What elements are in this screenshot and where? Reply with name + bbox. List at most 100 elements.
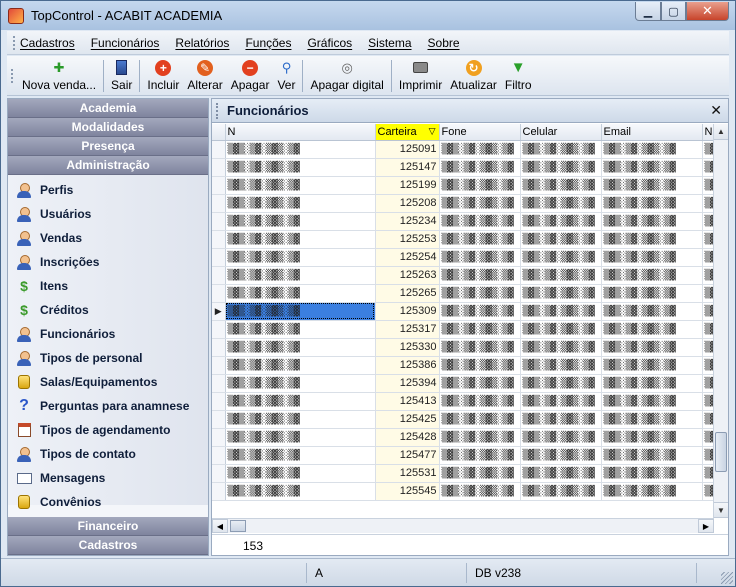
sidebar-item-tipos-de-contato[interactable]: Tipos de contato bbox=[8, 442, 208, 466]
cell-carteira[interactable]: 125531 bbox=[375, 464, 440, 483]
cell-email[interactable]: ▒▓▒░▒▓░▒▓▒░▒▓ bbox=[601, 356, 703, 375]
sidebar-item-funcionarios[interactable]: Funcionários bbox=[8, 322, 208, 346]
column-header-fone[interactable]: Fone bbox=[439, 124, 521, 141]
ver-button[interactable]: ⚲ Ver bbox=[273, 57, 299, 95]
alterar-button[interactable]: ✎ Alterar bbox=[183, 57, 226, 95]
cell-celular[interactable]: ▒▓▒░▒▓░▒▓▒░▒▓ bbox=[520, 410, 602, 429]
cell-celular[interactable]: ▒▓▒░▒▓░▒▓▒░▒▓ bbox=[520, 176, 602, 195]
nova-venda-button[interactable]: ✚ Nova venda... bbox=[18, 57, 100, 95]
cell-fone[interactable]: ▒▓▒░▒▓░▒▓▒░▒▓ bbox=[439, 320, 521, 339]
sidebar-item-itens[interactable]: $ Itens bbox=[8, 274, 208, 298]
cell-carteira[interactable]: 125254 bbox=[375, 248, 440, 267]
cell-celular[interactable]: ▒▓▒░▒▓░▒▓▒░▒▓ bbox=[520, 320, 602, 339]
table-row[interactable]: ▒▓▒░▒▓░▒▓▒░▒▓ 125425 ▒▓▒░▒▓░▒▓▒░▒▓ ▒▓▒░▒▓░▒… bbox=[212, 410, 714, 429]
table-row[interactable]: ▒▓▒░▒▓░▒▓▒░▒▓ 125199 ▒▓▒░▒▓░▒▓▒░▒▓ ▒▓▒░▒▓░▒… bbox=[212, 176, 714, 195]
cell-carteira[interactable]: 125386 bbox=[375, 356, 440, 375]
cell-celular[interactable]: ▒▓▒░▒▓░▒▓▒░▒▓ bbox=[520, 428, 602, 447]
apagar-digital-button[interactable]: ◎ Apagar digital bbox=[306, 57, 387, 95]
sidebar-item-salas-equipamentos[interactable]: Salas/Equipamentos bbox=[8, 370, 208, 394]
cell-fone[interactable]: ▒▓▒░▒▓░▒▓▒░▒▓ bbox=[439, 140, 521, 159]
column-header-carteira[interactable]: Carteira ▽ bbox=[375, 124, 440, 141]
cell-celular[interactable]: ▒▓▒░▒▓░▒▓▒░▒▓ bbox=[520, 158, 602, 177]
cell-celular[interactable]: ▒▓▒░▒▓░▒▓▒░▒▓ bbox=[520, 464, 602, 483]
table-row[interactable]: ▒▓▒░▒▓░▒▓▒░▒▓ 125234 ▒▓▒░▒▓░▒▓▒░▒▓ ▒▓▒░▒▓░▒… bbox=[212, 212, 714, 231]
cell-fone[interactable]: ▒▓▒░▒▓░▒▓▒░▒▓ bbox=[439, 158, 521, 177]
sidebar-item-perguntas-anamnese[interactable]: ? Perguntas para anamnese bbox=[8, 394, 208, 418]
cell-fone[interactable]: ▒▓▒░▒▓░▒▓▒░▒▓ bbox=[439, 212, 521, 231]
sidebar-item-usuarios[interactable]: Usuários bbox=[8, 202, 208, 226]
menu-graficos[interactable]: Gráficos bbox=[307, 36, 352, 50]
sidebar-item-tipos-de-personal[interactable]: Tipos de personal bbox=[8, 346, 208, 370]
table-row[interactable]: ▒▓▒░▒▓░▒▓▒░▒▓ 125330 ▒▓▒░▒▓░▒▓▒░▒▓ ▒▓▒░▒▓░▒… bbox=[212, 338, 714, 357]
sidebar-header-modalidades[interactable]: Modalidades bbox=[8, 118, 208, 137]
cell-fone[interactable]: ▒▓▒░▒▓░▒▓▒░▒▓ bbox=[439, 356, 521, 375]
cell-fone[interactable]: ▒▓▒░▒▓░▒▓▒░▒▓ bbox=[439, 176, 521, 195]
cell-fone[interactable]: ▒▓▒░▒▓░▒▓▒░▒▓ bbox=[439, 446, 521, 465]
menu-funcionarios[interactable]: Funcionários bbox=[91, 36, 160, 50]
column-header-nome[interactable]: N bbox=[225, 124, 376, 141]
sidebar-header-administracao[interactable]: Administração bbox=[8, 156, 208, 175]
cell-nome[interactable]: ▒▓▒░▒▓░▒▓▒░▒▓ bbox=[225, 338, 376, 357]
cell-celular[interactable]: ▒▓▒░▒▓░▒▓▒░▒▓ bbox=[520, 140, 602, 159]
menu-cadastros[interactable]: Cadastros bbox=[20, 36, 75, 50]
cell-carteira[interactable]: 125147 bbox=[375, 158, 440, 177]
cell-carteira[interactable]: 125394 bbox=[375, 374, 440, 393]
cell-carteira[interactable]: 125545 bbox=[375, 482, 440, 501]
cell-email[interactable]: ▒▓▒░▒▓░▒▓▒░▒▓ bbox=[601, 140, 703, 159]
table-row[interactable]: ▒▓▒░▒▓░▒▓▒░▒▓ 125254 ▒▓▒░▒▓░▒▓▒░▒▓ ▒▓▒░▒▓░▒… bbox=[212, 248, 714, 267]
table-row[interactable]: ▒▓▒░▒▓░▒▓▒░▒▓ 125531 ▒▓▒░▒▓░▒▓▒░▒▓ ▒▓▒░▒▓░▒… bbox=[212, 464, 714, 483]
scroll-left-icon[interactable]: ◀ bbox=[212, 519, 228, 533]
cell-carteira[interactable]: 125477 bbox=[375, 446, 440, 465]
table-row[interactable]: ▒▓▒░▒▓░▒▓▒░▒▓ 125091 ▒▓▒░▒▓░▒▓▒░▒▓ ▒▓▒░▒▓░▒… bbox=[212, 140, 714, 159]
vertical-scrollbar[interactable]: ▲ ▼ bbox=[713, 124, 728, 518]
maximize-button[interactable]: ▢ bbox=[661, 2, 686, 21]
table-row[interactable]: ▒▓▒░▒▓░▒▓▒░▒▓ 125147 ▒▓▒░▒▓░▒▓▒░▒▓ ▒▓▒░▒▓░▒… bbox=[212, 158, 714, 177]
cell-email[interactable]: ▒▓▒░▒▓░▒▓▒░▒▓ bbox=[601, 194, 703, 213]
cell-email[interactable]: ▒▓▒░▒▓░▒▓▒░▒▓ bbox=[601, 302, 703, 321]
cell-carteira[interactable]: 125330 bbox=[375, 338, 440, 357]
cell-carteira[interactable]: 125265 bbox=[375, 284, 440, 303]
cell-email[interactable]: ▒▓▒░▒▓░▒▓▒░▒▓ bbox=[601, 248, 703, 267]
table-row[interactable]: ▒▓▒░▒▓░▒▓▒░▒▓ 125265 ▒▓▒░▒▓░▒▓▒░▒▓ ▒▓▒░▒▓░▒… bbox=[212, 284, 714, 303]
cell-fone[interactable]: ▒▓▒░▒▓░▒▓▒░▒▓ bbox=[439, 374, 521, 393]
cell-nome[interactable]: ▒▓▒░▒▓░▒▓▒░▒▓ bbox=[225, 284, 376, 303]
cell-nome[interactable]: ▒▓▒░▒▓░▒▓▒░▒▓ bbox=[225, 158, 376, 177]
cell-carteira[interactable]: 125309 bbox=[375, 302, 440, 321]
scroll-right-icon[interactable]: ▶ bbox=[698, 519, 714, 533]
cell-nome[interactable]: ▒▓▒░▒▓░▒▓▒░▒▓ bbox=[225, 194, 376, 213]
cell-carteira[interactable]: 125263 bbox=[375, 266, 440, 285]
sidebar-header-financeiro[interactable]: Financeiro bbox=[8, 517, 208, 536]
cell-fone[interactable]: ▒▓▒░▒▓░▒▓▒░▒▓ bbox=[439, 410, 521, 429]
cell-email[interactable]: ▒▓▒░▒▓░▒▓▒░▒▓ bbox=[601, 212, 703, 231]
table-row[interactable]: ▒▓▒░▒▓░▒▓▒░▒▓ 125317 ▒▓▒░▒▓░▒▓▒░▒▓ ▒▓▒░▒▓░▒… bbox=[212, 320, 714, 339]
cell-celular[interactable]: ▒▓▒░▒▓░▒▓▒░▒▓ bbox=[520, 446, 602, 465]
cell-email[interactable]: ▒▓▒░▒▓░▒▓▒░▒▓ bbox=[601, 482, 703, 501]
cell-email[interactable]: ▒▓▒░▒▓░▒▓▒░▒▓ bbox=[601, 374, 703, 393]
cell-nome[interactable]: ▒▓▒░▒▓░▒▓▒░▒▓ bbox=[225, 446, 376, 465]
apagar-button[interactable]: − Apagar bbox=[227, 57, 274, 95]
cell-email[interactable]: ▒▓▒░▒▓░▒▓▒░▒▓ bbox=[601, 338, 703, 357]
cell-celular[interactable]: ▒▓▒░▒▓░▒▓▒░▒▓ bbox=[520, 356, 602, 375]
sidebar-item-inscricoes[interactable]: Inscrições bbox=[8, 250, 208, 274]
table-row[interactable]: ▒▓▒░▒▓░▒▓▒░▒▓ 125386 ▒▓▒░▒▓░▒▓▒░▒▓ ▒▓▒░▒▓░▒… bbox=[212, 356, 714, 375]
cell-nome[interactable]: ▒▓▒░▒▓░▒▓▒░▒▓ bbox=[225, 356, 376, 375]
cell-celular[interactable]: ▒▓▒░▒▓░▒▓▒░▒▓ bbox=[520, 248, 602, 267]
panel-close-icon[interactable]: ✕ bbox=[710, 102, 722, 119]
atualizar-button[interactable]: ↻ Atualizar bbox=[446, 57, 501, 95]
cell-nome[interactable]: ▒▓▒░▒▓░▒▓▒░▒▓ bbox=[225, 230, 376, 249]
scroll-up-icon[interactable]: ▲ bbox=[714, 124, 728, 140]
menu-relatorios[interactable]: Relatórios bbox=[175, 36, 229, 50]
horizontal-scrollbar[interactable]: ◀ ▶ bbox=[212, 518, 714, 533]
cell-nome[interactable]: ▒▓▒░▒▓░▒▓▒░▒▓ bbox=[225, 320, 376, 339]
sidebar-header-academia[interactable]: Academia bbox=[8, 99, 208, 118]
cell-carteira[interactable]: 125425 bbox=[375, 410, 440, 429]
menu-sistema[interactable]: Sistema bbox=[368, 36, 411, 50]
table-row[interactable]: ▒▓▒░▒▓░▒▓▒░▒▓ 125477 ▒▓▒░▒▓░▒▓▒░▒▓ ▒▓▒░▒▓░▒… bbox=[212, 446, 714, 465]
cell-email[interactable]: ▒▓▒░▒▓░▒▓▒░▒▓ bbox=[601, 158, 703, 177]
column-header-celular[interactable]: Celular bbox=[520, 124, 602, 141]
cell-carteira[interactable]: 125428 bbox=[375, 428, 440, 447]
cell-nome[interactable]: ▒▓▒░▒▓░▒▓▒░▒▓ bbox=[225, 482, 376, 501]
cell-fone[interactable]: ▒▓▒░▒▓░▒▓▒░▒▓ bbox=[439, 230, 521, 249]
cell-celular[interactable]: ▒▓▒░▒▓░▒▓▒░▒▓ bbox=[520, 266, 602, 285]
sidebar-item-vendas[interactable]: Vendas bbox=[8, 226, 208, 250]
